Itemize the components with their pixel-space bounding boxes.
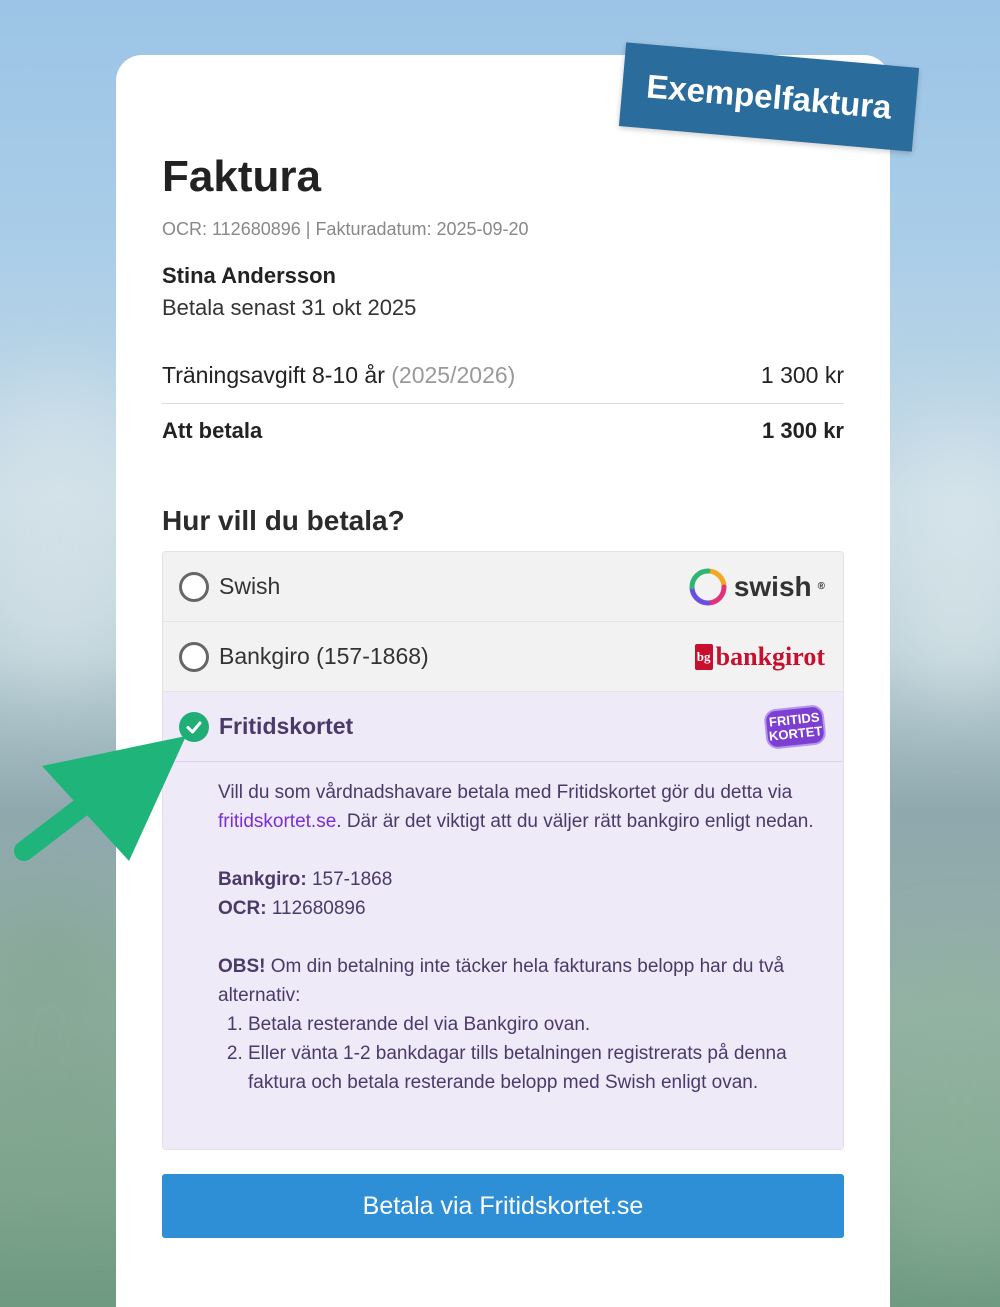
page-title: Faktura <box>162 152 321 201</box>
total-amount: 1 300 kr <box>762 418 844 443</box>
method-swish-label: Swish <box>219 573 281 599</box>
bankgirot-mark-icon: bg <box>694 643 713 670</box>
invoice-line-item: Träningsavgift 8-10 år (2025/2026) 1 300… <box>162 362 844 404</box>
list-item: Eller vänta 1-2 bankdagar tills betalnin… <box>248 1039 827 1097</box>
pointer-arrow-icon <box>14 736 186 861</box>
alternatives-list: Betala resterande del via Bankgiro ovan.… <box>218 1010 827 1097</box>
bankgirot-logo-text: bankgirot <box>715 641 825 671</box>
payment-methods: Swish swish ® Bankgiro (157-1868) bg bank… <box>162 551 844 1150</box>
invoice-meta: OCR: 112680896 | Fakturadatum: 2025-09-2… <box>162 219 529 239</box>
line-item-label: Träningsavgift 8-10 år <box>162 362 385 388</box>
obs-note: OBS! Om din betalning inte täcker hela f… <box>218 956 785 1006</box>
invoice-total: Att betala 1 300 kr <box>162 418 844 444</box>
swish-symbol-icon <box>689 568 727 605</box>
line-item-description: Träningsavgift 8-10 år (2025/2026) <box>162 362 515 403</box>
customer-name: Stina Andersson <box>162 263 336 288</box>
details-intro: Vill du som vårdnadshavare betala med Fr… <box>218 782 814 832</box>
radio-icon[interactable] <box>179 641 209 672</box>
payment-heading: Hur vill du betala? <box>162 505 405 536</box>
bankgirot-logo: bg bankgirot <box>694 641 825 672</box>
fritidskortet-link[interactable]: fritidskortet.se <box>218 811 336 832</box>
bankgiro-info: Bankgiro: 157-1868 OCR: 112680896 <box>218 869 393 919</box>
line-item-period: (2025/2026) <box>391 362 516 388</box>
total-label: Att betala <box>162 418 263 443</box>
radio-icon[interactable] <box>179 571 209 602</box>
swish-logo: swish ® <box>688 567 825 607</box>
list-item: Betala resterande del via Bankgiro ovan. <box>248 1010 827 1039</box>
line-item-amount: 1 300 kr <box>760 362 844 388</box>
method-bankgiro-label: Bankgiro (157-1868) <box>219 643 429 669</box>
due-date: Betala senast 31 okt 2025 <box>162 295 417 320</box>
method-fritidskortet-label: Fritidskortet <box>219 713 354 739</box>
fritidskortet-details: Vill du som vårdnadshavare betala med Fr… <box>163 762 843 1149</box>
swish-logo-text: swish <box>733 570 812 602</box>
method-bankgiro[interactable]: Bankgiro (157-1868) bg bankgirot <box>163 622 843 692</box>
method-swish[interactable]: Swish swish ® <box>163 552 843 622</box>
pay-via-fritidskortet-button[interactable]: Betala via Fritidskortet.se <box>162 1174 844 1238</box>
method-fritidskortet[interactable]: Fritidskortet FRITIDS KORTET <box>163 692 843 762</box>
fritidskortet-logo: FRITIDS KORTET <box>763 703 827 750</box>
